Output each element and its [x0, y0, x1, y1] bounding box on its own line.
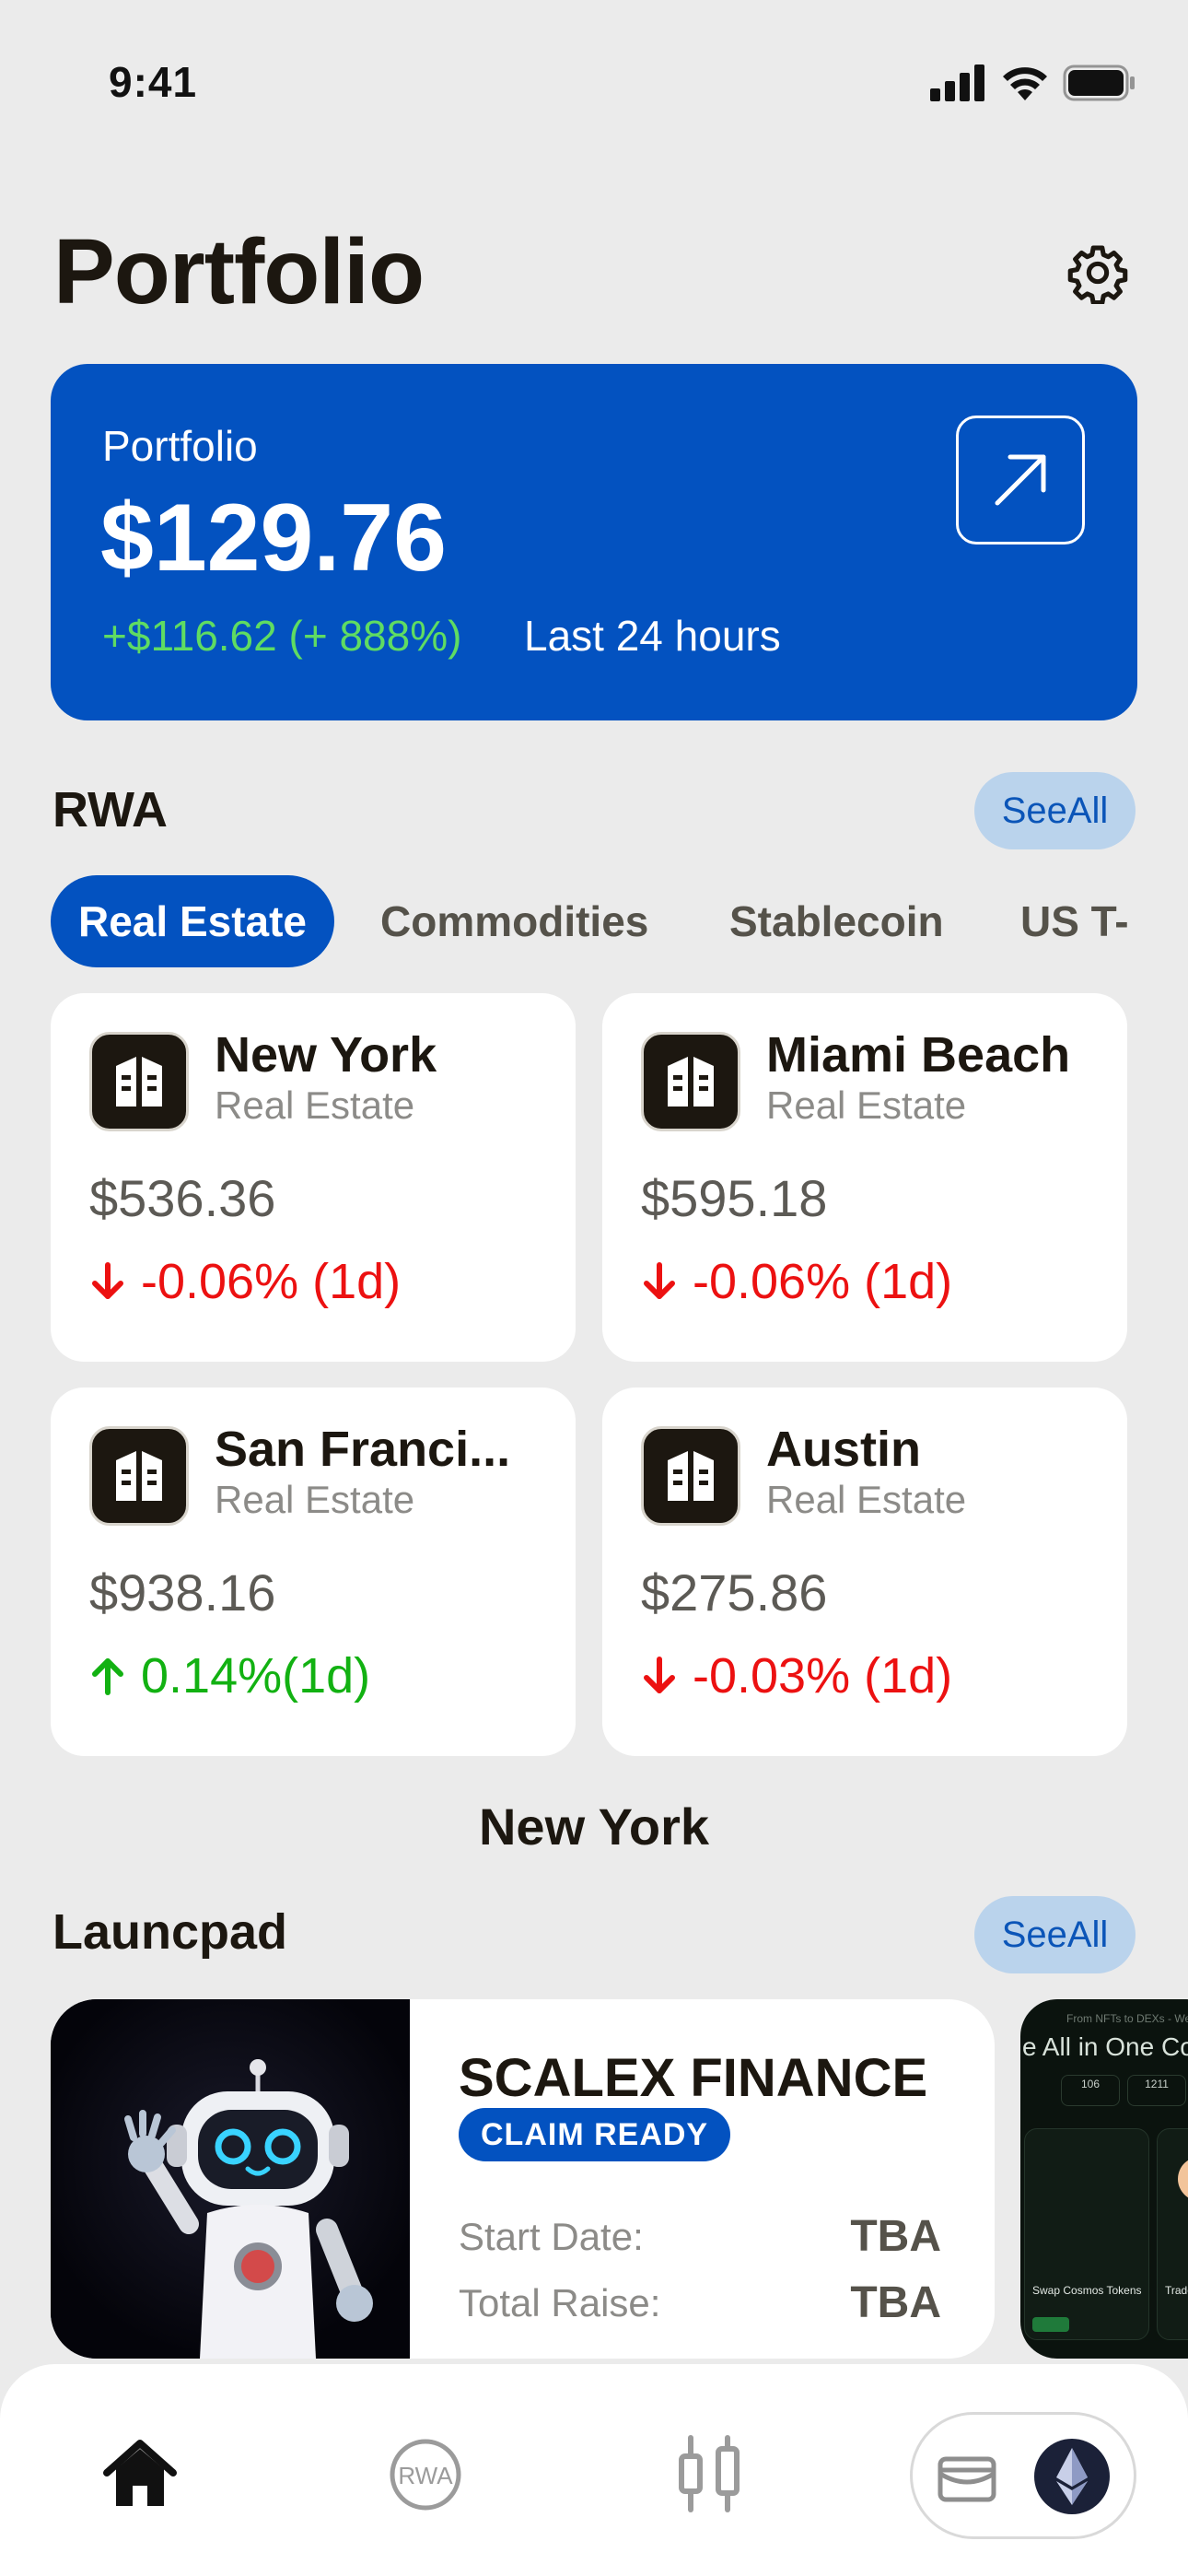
start-date-label: Start Date: [459, 2215, 644, 2258]
tab-us-treasury[interactable]: US T- [1020, 875, 1129, 967]
asset-change-text: 0.14%(1d) [141, 1648, 371, 1704]
avatar [1178, 2157, 1188, 2201]
arrow-up-right-icon [995, 454, 1046, 506]
home-icon [103, 2440, 177, 2506]
asset-change-text: -0.06% (1d) [693, 1254, 953, 1309]
rwa-category-tabs: Real Estate Commodities Stablecoin US T- [51, 875, 1188, 969]
card2-heading: e All in One Cosm [1022, 2032, 1188, 2061]
claim-ready-badge: CLAIM READY [459, 2108, 731, 2161]
total-raise-label: Total Raise: [459, 2281, 661, 2324]
card2-stat: 1211 [1127, 2075, 1186, 2106]
tab-home[interactable] [94, 2429, 186, 2521]
arrow-down-icon [644, 1262, 675, 1299]
wallet-icon [938, 2456, 996, 2502]
building-icon [89, 1032, 189, 1131]
portfolio-value: $129.76 [100, 485, 447, 591]
chart-icon [679, 2435, 740, 2512]
portfolio-summary-card[interactable]: Portfolio $129.76 +$116.62 (+ 888%) Last… [51, 364, 1137, 720]
building-icon [641, 1426, 740, 1526]
asset-price: $938.16 [89, 1563, 276, 1622]
ethereum-icon[interactable] [1032, 2437, 1112, 2516]
asset-change: -0.03% (1d) [641, 1647, 952, 1704]
page-title: Portfolio [53, 220, 425, 323]
total-raise-value: TBA [850, 2278, 941, 2327]
asset-change-text: -0.06% (1d) [141, 1254, 402, 1309]
start-date-value: TBA [850, 2212, 941, 2261]
arrow-up-icon [92, 1658, 123, 1695]
rwa-icon-text: RWA [398, 2462, 453, 2489]
card2-stat: 106 [1061, 2075, 1120, 2106]
card2-item: Trade N [1165, 2284, 1188, 2297]
asset-card[interactable]: San Franci... Real Estate $938.16 0.14%(… [51, 1388, 576, 1756]
bottom-tab-bar: RWA [0, 2364, 1188, 2576]
asset-category: Real Estate [766, 1478, 967, 1521]
asset-card[interactable]: Miami Beach Real Estate $595.18 -0.06% (… [602, 993, 1127, 1362]
asset-price: $595.18 [641, 1169, 828, 1227]
asset-card[interactable]: Austin Real Estate $275.86 -0.03% (1d) [602, 1388, 1127, 1756]
tab-rwa[interactable]: RWA [379, 2429, 472, 2521]
tab-trading[interactable] [665, 2429, 757, 2521]
asset-category: Real Estate [215, 1083, 415, 1127]
settings-button[interactable] [1066, 241, 1129, 306]
project-name: SCALEX FINANCE [459, 2048, 928, 2108]
portfolio-label: Portfolio [102, 422, 258, 470]
asset-change: 0.14%(1d) [89, 1647, 370, 1704]
arrow-down-icon [92, 1262, 123, 1299]
launchpad-see-all-button[interactable]: SeeAll [974, 1896, 1136, 1973]
robot-mascot-image [51, 1999, 410, 2359]
gear-icon [1067, 245, 1128, 306]
asset-price: $275.86 [641, 1563, 828, 1622]
asset-category: Real Estate [215, 1478, 415, 1521]
card2-item: Swap Cosmos Tokens [1032, 2284, 1142, 2297]
launchpad-project-card-secondary[interactable]: From NFTs to DEXs - We've e All in One C… [1020, 1999, 1188, 2359]
asset-change-text: -0.03% (1d) [693, 1648, 953, 1704]
asset-change: -0.06% (1d) [89, 1253, 401, 1310]
asset-card[interactable]: New York Real Estate $536.36 -0.06% (1d) [51, 993, 576, 1362]
card2-panel: Swap Cosmos Tokens [1024, 2128, 1149, 2340]
asset-name: New York [215, 1027, 437, 1083]
portfolio-period: Last 24 hours [524, 612, 781, 660]
building-icon [89, 1426, 189, 1526]
wallet-pill[interactable] [910, 2412, 1136, 2539]
status-bar: 9:41 [0, 0, 1188, 166]
card2-button [1032, 2317, 1069, 2332]
selected-asset-label: New York [478, 1797, 710, 1856]
asset-price: $536.36 [89, 1169, 276, 1227]
portfolio-change: +$116.62 (+ 888%) [102, 612, 462, 660]
asset-name: Austin [766, 1422, 921, 1477]
asset-name: Miami Beach [766, 1027, 1071, 1083]
launchpad-section-title: Launcpad [52, 1904, 288, 1960]
building-icon [641, 1032, 740, 1131]
asset-category: Real Estate [766, 1083, 967, 1127]
tab-real-estate[interactable]: Real Estate [51, 875, 335, 967]
rwa-icon: RWA [390, 2439, 461, 2511]
wifi-icon [1003, 67, 1047, 100]
arrow-down-icon [644, 1657, 675, 1693]
card2-caption: From NFTs to DEXs - We've [1066, 2012, 1188, 2025]
asset-name: San Franci... [215, 1422, 511, 1477]
tab-commodities[interactable]: Commodities [380, 875, 648, 967]
card2-panel: Trade N [1157, 2128, 1188, 2340]
launchpad-project-card[interactable]: SCALEX FINANCE CLAIM READY Start Date: T… [51, 1999, 995, 2359]
signal-icon [930, 64, 984, 101]
open-portfolio-button[interactable] [956, 416, 1085, 544]
rwa-see-all-button[interactable]: SeeAll [974, 772, 1136, 849]
battery-icon [1063, 64, 1135, 101]
tab-stablecoin[interactable]: Stablecoin [729, 875, 944, 967]
asset-change: -0.06% (1d) [641, 1253, 952, 1310]
status-icons [930, 64, 1136, 101]
rwa-section-title: RWA [52, 782, 169, 837]
status-time: 9:41 [109, 58, 198, 106]
